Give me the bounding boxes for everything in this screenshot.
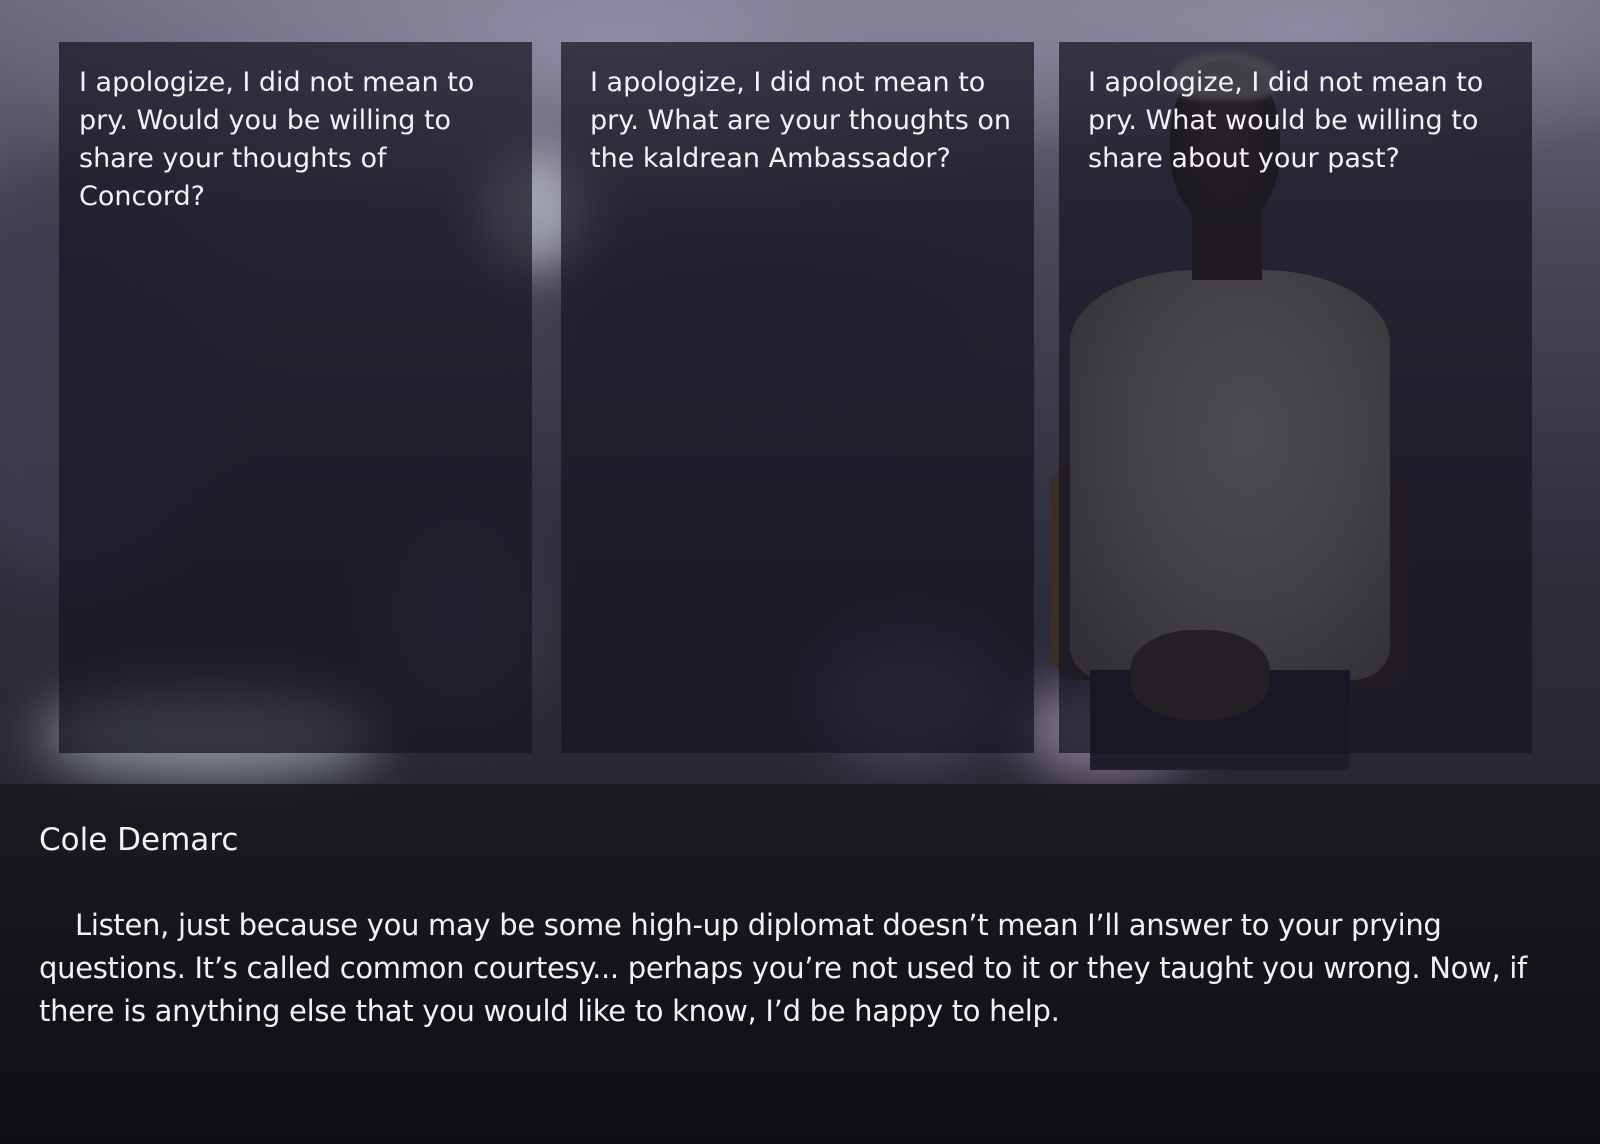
game-scene: I apologize, I did not mean to pry. Woul… — [0, 0, 1600, 1144]
dialogue-choice-3[interactable]: I apologize, I did not mean to pry. What… — [1059, 42, 1532, 753]
speaker-name: Cole Demarc — [39, 822, 239, 858]
dialogue-box: Cole Demarc Listen, just because you may… — [0, 784, 1600, 1144]
dialogue-choice-2[interactable]: I apologize, I did not mean to pry. What… — [561, 42, 1034, 753]
dialogue-text: Listen, just because you may be some hig… — [39, 908, 1527, 1028]
dialogue-choices: I apologize, I did not mean to pry. Woul… — [0, 0, 1600, 780]
dialogue-choice-1[interactable]: I apologize, I did not mean to pry. Woul… — [59, 42, 532, 753]
